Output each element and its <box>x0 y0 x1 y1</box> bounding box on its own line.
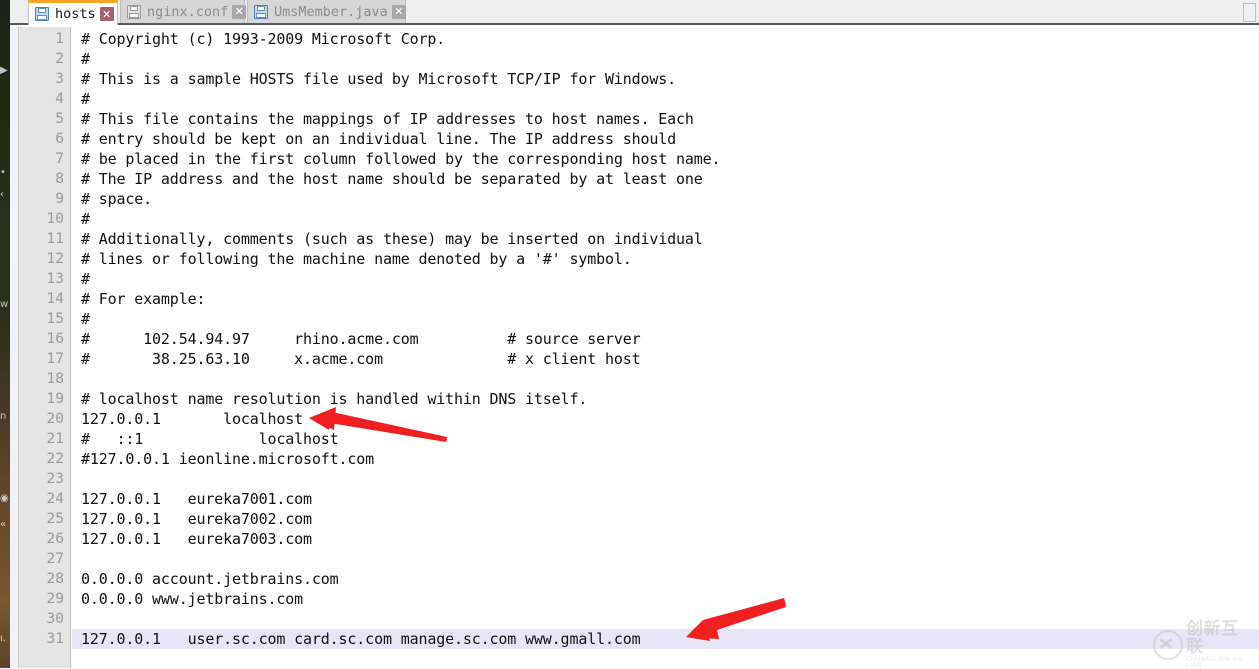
code-line[interactable]: # <box>72 209 1259 229</box>
code-line[interactable] <box>72 469 1259 489</box>
tab-close-icon[interactable]: ✕ <box>232 4 247 19</box>
tab-close-icon[interactable]: ✕ <box>391 4 406 19</box>
desktop-ghost-glyph: ◉ <box>0 494 9 504</box>
editor-window: hosts ✕ nginx.conf ✕ UmsMember.java ✕ 12… <box>10 0 1259 668</box>
line-number: 7 <box>55 151 64 167</box>
line-number: 15 <box>46 311 64 327</box>
code-line[interactable]: # lines or following the machine name de… <box>72 249 1259 269</box>
tab-hosts[interactable]: hosts ✕ <box>28 0 118 25</box>
desktop-ghost-glyph: • <box>0 168 6 178</box>
code-line[interactable]: # entry should be kept on an individual … <box>72 129 1259 149</box>
code-line[interactable]: # <box>72 269 1259 289</box>
code-line[interactable]: # localhost name resolution is handled w… <box>72 389 1259 409</box>
line-number-gutter: 1 2 3 4 5 6 7 8 9 10 11 12 13 14 15 16 17 18 19 20 21 22 23 24 2… <box>19 27 71 668</box>
floppy-save-icon <box>254 4 268 19</box>
code-line[interactable]: 127.0.0.1 eureka7002.com <box>72 509 1259 529</box>
line-number: 29 <box>46 591 64 607</box>
line-number: 22 <box>46 451 64 467</box>
code-line[interactable]: # <box>72 49 1259 69</box>
line-number: 16 <box>46 331 64 347</box>
code-line[interactable]: # <box>72 89 1259 109</box>
editor-tab-bar: hosts ✕ nginx.conf ✕ UmsMember.java ✕ <box>10 0 1259 25</box>
floppy-save-icon <box>127 4 141 19</box>
line-number: 8 <box>55 171 64 187</box>
tab-nginx-conf[interactable]: nginx.conf ✕ <box>120 0 247 23</box>
code-line[interactable]: 127.0.0.1 localhost <box>72 409 1259 429</box>
code-line[interactable]: 0.0.0.0 account.jetbrains.com <box>72 569 1259 589</box>
code-line[interactable]: # Copyright (c) 1993-2009 Microsoft Corp… <box>72 29 1259 49</box>
code-line[interactable] <box>72 609 1259 629</box>
line-number: 26 <box>46 531 64 547</box>
desktop-ghost-glyph: w <box>0 300 9 310</box>
code-line[interactable]: 127.0.0.1 eureka7003.com <box>72 529 1259 549</box>
line-number: 23 <box>46 471 64 487</box>
tab-label: UmsMember.java <box>274 3 388 20</box>
desktop-background-sliver: ▶ • ‹ w n ◉ « ı. <box>0 0 10 668</box>
line-number: 19 <box>46 391 64 407</box>
code-line[interactable]: # ::1 localhost <box>72 429 1259 449</box>
code-line[interactable]: # space. <box>72 189 1259 209</box>
watermark-logo-icon <box>1153 630 1183 660</box>
code-line[interactable]: # For example: <box>72 289 1259 309</box>
tab-label: hosts <box>55 6 96 22</box>
code-line[interactable]: #127.0.0.1 ieonline.microsoft.com <box>72 449 1259 469</box>
code-line[interactable]: # <box>72 309 1259 329</box>
line-number: 21 <box>46 431 64 447</box>
tab-label: nginx.conf <box>147 3 229 20</box>
code-line[interactable]: 0.0.0.0 www.jetbrains.com <box>72 589 1259 609</box>
code-line[interactable]: # be placed in the first column followed… <box>72 149 1259 169</box>
line-number: 27 <box>46 551 64 567</box>
line-number: 4 <box>55 91 64 107</box>
code-text-area[interactable]: # Copyright (c) 1993-2009 Microsoft Corp… <box>72 27 1259 668</box>
line-number: 13 <box>46 271 64 287</box>
line-number: 28 <box>46 571 64 587</box>
code-line[interactable] <box>72 369 1259 389</box>
line-number: 9 <box>55 191 64 207</box>
floppy-save-icon <box>35 7 49 21</box>
watermark: 创新互联 CHUANG XIN HU LIAN <box>1153 620 1255 668</box>
code-line[interactable] <box>72 549 1259 569</box>
line-number: 5 <box>55 111 64 127</box>
desktop-ghost-glyph: ı. <box>0 634 6 644</box>
line-number: 24 <box>46 491 64 507</box>
line-number: 25 <box>46 511 64 527</box>
line-number: 31 <box>46 631 64 647</box>
line-number: 20 <box>46 411 64 427</box>
line-number: 10 <box>46 211 64 227</box>
code-line[interactable]: 127.0.0.1 eureka7001.com <box>72 489 1259 509</box>
line-number: 12 <box>46 251 64 267</box>
tab-close-icon[interactable]: ✕ <box>99 7 114 21</box>
tab-umsmember-java[interactable]: UmsMember.java ✕ <box>247 0 406 23</box>
line-number: 11 <box>46 231 64 247</box>
line-number: 14 <box>46 291 64 307</box>
watermark-cn-text: 创新互联 <box>1186 618 1239 657</box>
code-line[interactable]: # The IP address and the host name shoul… <box>72 169 1259 189</box>
desktop-ghost-glyph: ▶ <box>0 66 8 76</box>
code-editor[interactable]: 1 2 3 4 5 6 7 8 9 10 11 12 13 14 15 16 17 18 19 20 21 22 23 24 2… <box>10 27 1259 668</box>
tab-bar-scroll-thumb[interactable] <box>1243 3 1256 22</box>
code-line[interactable]: # 38.25.63.10 x.acme.com # x client host <box>72 349 1259 369</box>
line-number: 30 <box>46 611 64 627</box>
code-line[interactable]: # This is a sample HOSTS file used by Mi… <box>72 69 1259 89</box>
desktop-ghost-glyph: n <box>0 412 7 422</box>
code-line[interactable]: # Additionally, comments (such as these)… <box>72 229 1259 249</box>
line-number: 2 <box>55 51 64 67</box>
line-number: 1 <box>55 31 64 47</box>
editor-marker-strip[interactable] <box>10 27 19 668</box>
line-number: 17 <box>46 351 64 367</box>
watermark-en-text: CHUANG XIN HU LIAN <box>1186 655 1244 669</box>
desktop-ghost-glyph: « <box>0 520 7 530</box>
line-number: 3 <box>55 71 64 87</box>
code-line[interactable]: # 102.54.94.97 rhino.acme.com # source s… <box>72 329 1259 349</box>
code-line[interactable]: 127.0.0.1 user.sc.com card.sc.com manage… <box>72 629 1259 649</box>
code-line[interactable]: # This file contains the mappings of IP … <box>72 109 1259 129</box>
line-number: 18 <box>46 371 64 387</box>
line-number: 6 <box>55 131 64 147</box>
desktop-ghost-glyph: ‹ <box>0 190 4 200</box>
